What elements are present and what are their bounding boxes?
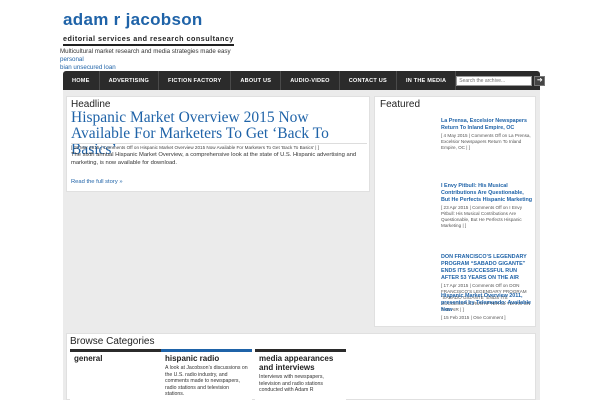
site-description-text: Multicultural market research and media … <box>60 48 231 55</box>
main-nav: HOME ADVERTISING FICTION FACTORY ABOUT U… <box>63 71 546 90</box>
category-title[interactable]: general <box>70 352 161 363</box>
nav-item-advertising[interactable]: ADVERTISING <box>100 71 160 90</box>
search-arrow-icon[interactable]: ➜ <box>534 75 546 86</box>
category-description: Interviews with newspapers, television a… <box>259 374 324 393</box>
featured-item-title[interactable]: La Prensa, Excelsior Newspapers Return T… <box>441 118 533 132</box>
featured-section-label: Featured <box>380 99 421 110</box>
site-tagline: editorial services and research consulta… <box>63 34 234 46</box>
search-input[interactable] <box>456 75 533 86</box>
featured-item: Hispanic Market Overview 2011, presented… <box>441 293 533 321</box>
featured-item: La Prensa, Excelsior Newspapers Return T… <box>441 118 533 151</box>
nav-item-about-us[interactable]: ABOUT US <box>231 71 282 90</box>
featured-item-meta: [ 15 Feb 2015 | One Comment ] <box>441 315 506 320</box>
nav-item-in-the-media[interactable]: IN THE MEDIA <box>397 71 457 90</box>
featured-box: Featured La Prensa, Excelsior Newspapers… <box>374 96 536 327</box>
featured-item-title[interactable]: DON FRANCISCO’S LEGENDARY PROGRAM “SABAD… <box>441 254 533 282</box>
read-more-link[interactable]: Read the full story » <box>71 179 123 185</box>
browse-categories-box: Browse Categories general hispanic radio… <box>66 333 536 400</box>
headline-excerpt: The sixth annual Hispanic Market Overvie… <box>71 152 357 166</box>
nav-item-audio-video[interactable]: AUDIO-VIDEO <box>281 71 340 90</box>
featured-item-title[interactable]: Hispanic Market Overview 2011, presented… <box>441 293 533 314</box>
category-general[interactable]: general <box>70 349 161 400</box>
site-title[interactable]: adam r jacobson <box>63 10 203 30</box>
headline-meta: [ 26 Mar 2015 | Comments Off on Hispanic… <box>71 143 367 150</box>
headline-box: Headline Hispanic Market Overview 2015 N… <box>66 96 370 192</box>
category-media-appearances[interactable]: media appearances and interviews Intervi… <box>255 349 346 400</box>
category-description: A look at Jacobson’s discussions on the … <box>165 365 248 397</box>
site-description-link[interactable]: personal <box>60 56 84 63</box>
category-hispanic-radio[interactable]: hispanic radio A look at Jacobson’s disc… <box>161 349 252 400</box>
browse-section-label: Browse Categories <box>70 336 155 347</box>
category-title[interactable]: hispanic radio <box>161 352 252 363</box>
site-description-link2[interactable]: bian unsecured loan <box>60 64 116 71</box>
nav-search: ➜ <box>456 75 546 86</box>
site-description: Multicultural market research and media … <box>60 48 250 72</box>
category-description <box>70 363 161 365</box>
featured-item: I Envy Pitbull: His Musical Contribution… <box>441 183 533 229</box>
featured-item-meta: [ 4 May 2015 | Comments Off on La Prensa… <box>441 133 531 150</box>
featured-item-meta: [ 23 Apr 2015 | Comments Off on I Envy P… <box>441 205 523 228</box>
nav-item-home[interactable]: HOME <box>63 71 100 90</box>
nav-item-fiction-factory[interactable]: FICTION FACTORY <box>159 71 232 90</box>
category-title[interactable]: media appearances and interviews <box>255 352 346 372</box>
featured-item-title[interactable]: I Envy Pitbull: His Musical Contribution… <box>441 183 533 204</box>
nav-item-contact-us[interactable]: CONTACT US <box>340 71 397 90</box>
